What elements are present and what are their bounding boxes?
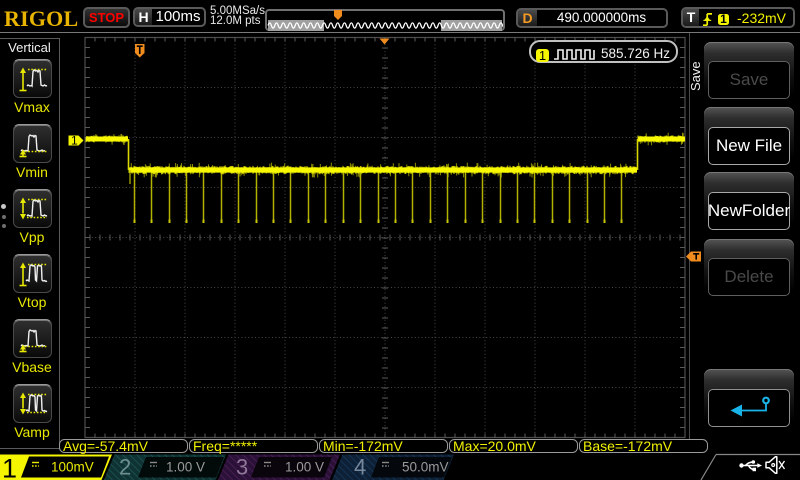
svg-text:1.00 V: 1.00 V: [285, 459, 324, 474]
svg-text:1.00 V: 1.00 V: [166, 459, 205, 474]
svg-text:2: 2: [119, 454, 131, 479]
svg-text:3: 3: [236, 454, 248, 479]
svg-text:4: 4: [354, 454, 366, 479]
svg-text:50.0mV: 50.0mV: [402, 459, 449, 474]
svg-text:100mV: 100mV: [51, 459, 94, 474]
svg-text:1: 1: [71, 134, 78, 148]
svg-text:1: 1: [2, 453, 17, 480]
